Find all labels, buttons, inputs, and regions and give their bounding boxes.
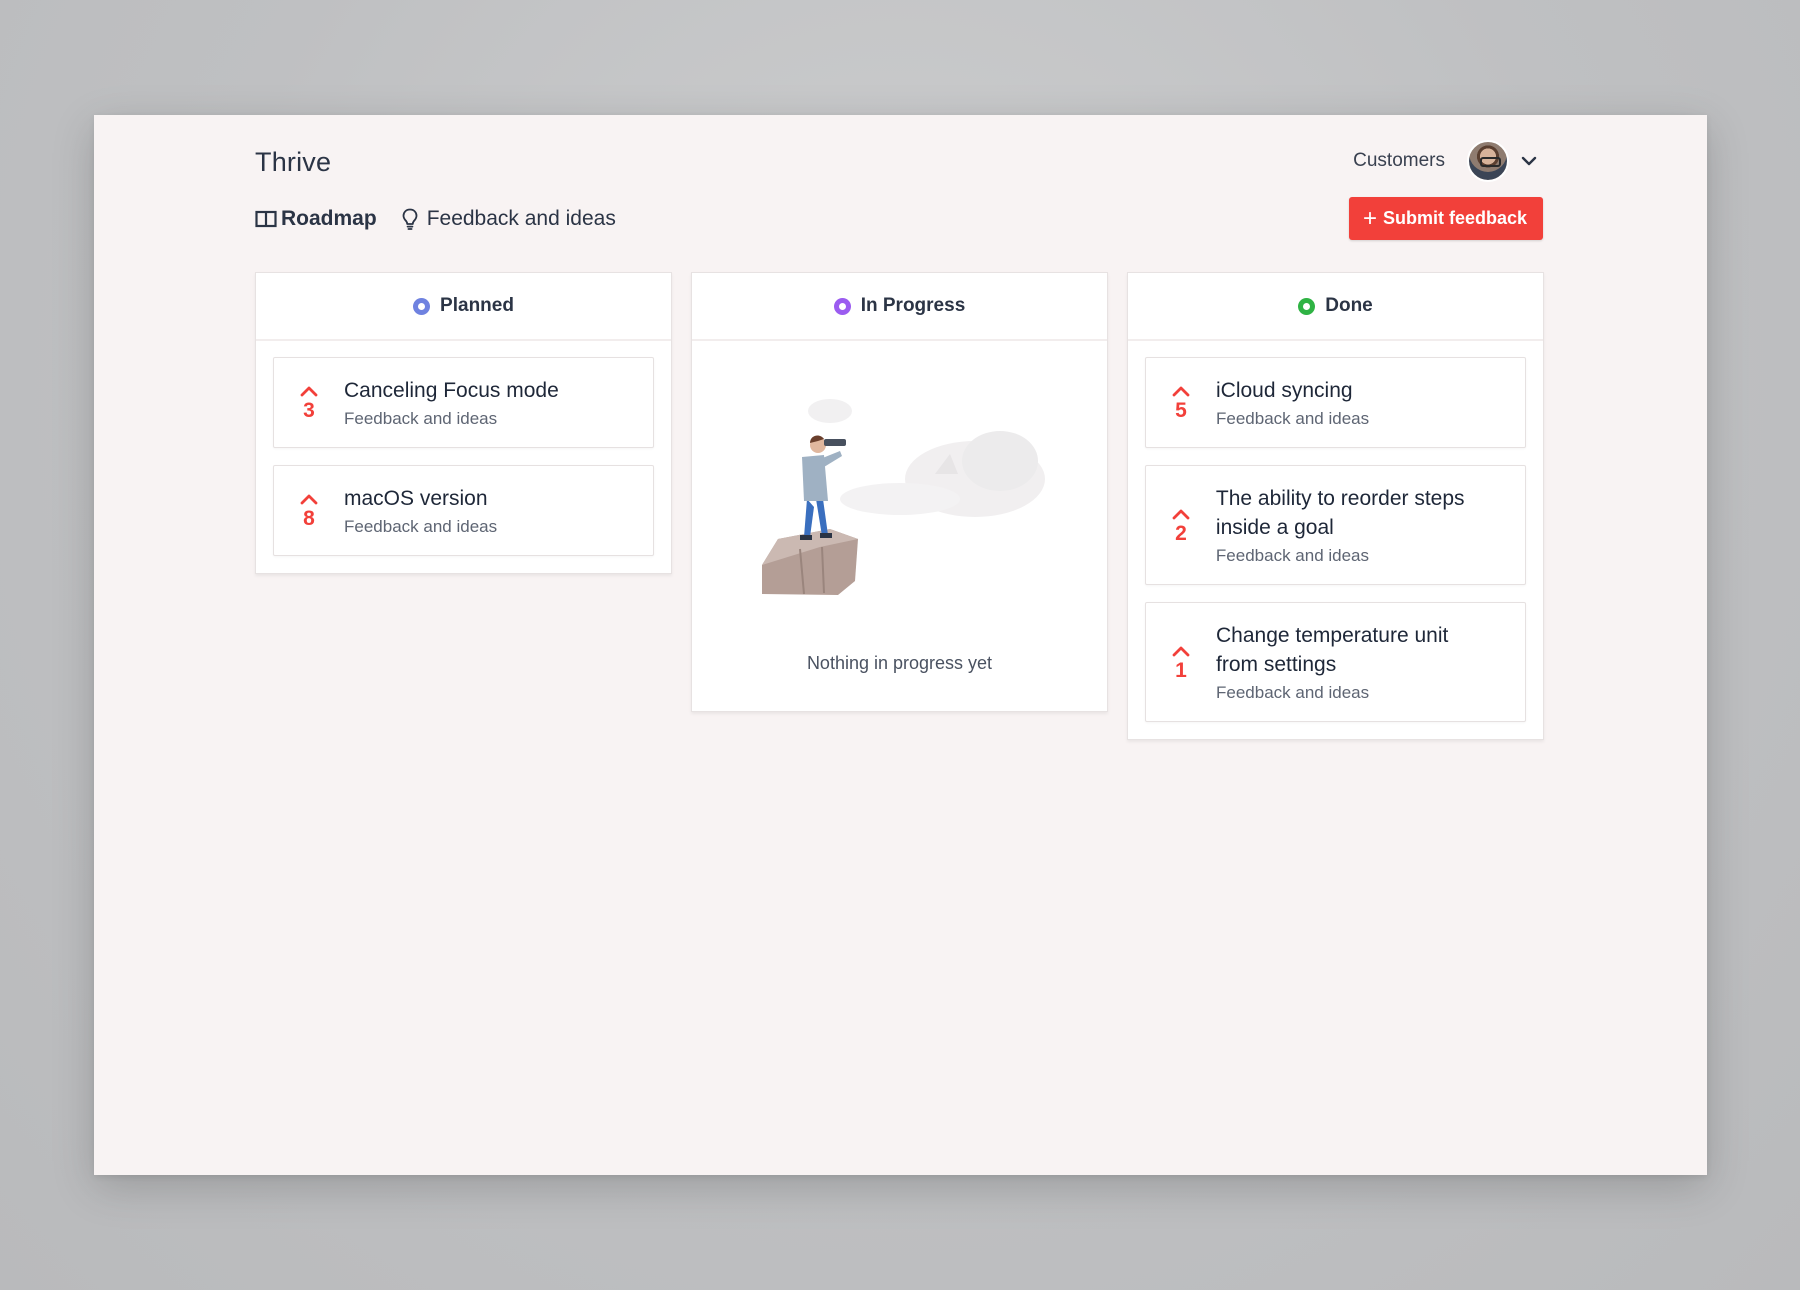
chevron-up-icon	[1172, 509, 1190, 519]
card-list: 5 iCloud syncing Feedback and ideas 2 Th…	[1128, 341, 1543, 739]
chevron-up-icon	[300, 386, 318, 397]
column-in-progress: In Progress Nothing in progress yet	[691, 272, 1108, 712]
column-title: In Progress	[860, 295, 966, 316]
card-body: The ability to reorder steps inside a go…	[1216, 484, 1505, 566]
card-title: iCloud syncing	[1216, 379, 1353, 402]
empty-state: Nothing in progress yet	[692, 341, 1107, 711]
card-list: 3 Canceling Focus mode Feedback and idea…	[256, 341, 671, 573]
chevron-up-icon	[1172, 646, 1190, 656]
chevron-up-icon	[300, 494, 318, 505]
chevron-up-icon	[1172, 386, 1190, 397]
card-body: Change temperature unit from settings Fe…	[1216, 621, 1476, 703]
column-header-planned: Planned	[256, 273, 671, 341]
card-title: macOS version	[344, 487, 488, 510]
submit-feedback-label: Submit feedback	[1382, 208, 1527, 228]
done-status-dot-icon	[1298, 297, 1316, 315]
column-title: Planned	[440, 295, 514, 316]
customers-link[interactable]: Customers	[1353, 150, 1445, 172]
card-category: Feedback and ideas	[1216, 683, 1370, 702]
upvote-button[interactable]: 2	[1166, 507, 1196, 544]
upvote-button[interactable]: 8	[294, 492, 324, 529]
app-window: Thrive Customers Roadmap Feedback and id…	[94, 115, 1707, 1175]
card-category: Feedback and ideas	[344, 409, 498, 428]
vote-count: 3	[303, 399, 315, 422]
card-body: Canceling Focus mode Feedback and ideas	[344, 376, 559, 429]
user-avatar[interactable]	[1467, 140, 1509, 182]
card-category: Feedback and ideas	[344, 517, 498, 536]
app-title: Thrive	[255, 147, 332, 177]
upvote-button[interactable]: 3	[294, 384, 324, 421]
upvote-button[interactable]: 1	[1166, 644, 1196, 681]
board-icon	[255, 210, 277, 228]
column-header-in-progress: In Progress	[692, 273, 1107, 341]
lightbulb-icon	[402, 208, 418, 230]
card-title: The ability to reorder steps inside a go…	[1215, 487, 1465, 539]
roadmap-card[interactable]: 1 Change temperature unit from settings …	[1145, 602, 1526, 722]
roadmap-card[interactable]: 5 iCloud syncing Feedback and ideas	[1145, 357, 1526, 448]
column-planned: Planned 3 Canceling Focus mode Feedback …	[255, 272, 672, 574]
account-area: Customers	[1353, 140, 1539, 182]
nav-roadmap-label: Roadmap	[281, 207, 377, 230]
nav-feedback[interactable]: Feedback and ideas	[399, 207, 616, 231]
card-title: Canceling Focus mode	[344, 379, 559, 402]
nav-feedback-label: Feedback and ideas	[426, 207, 616, 230]
card-body: iCloud syncing Feedback and ideas	[1216, 376, 1369, 429]
roadmap-card[interactable]: 2 The ability to reorder steps inside a …	[1145, 465, 1526, 585]
card-title: Change temperature unit from settings	[1216, 624, 1449, 676]
column-title: Done	[1325, 295, 1373, 316]
empty-state-text: Nothing in progress yet	[806, 653, 993, 673]
roadmap-card[interactable]: 8 macOS version Feedback and ideas	[273, 465, 654, 556]
main-nav: Roadmap Feedback and ideas	[255, 207, 616, 231]
card-body: macOS version Feedback and ideas	[344, 484, 497, 537]
nav-roadmap[interactable]: Roadmap	[255, 207, 377, 231]
in-progress-status-dot-icon	[833, 297, 851, 315]
planned-status-dot-icon	[413, 297, 431, 315]
vote-count: 8	[303, 507, 315, 530]
roadmap-card[interactable]: 3 Canceling Focus mode Feedback and idea…	[273, 357, 654, 448]
card-category: Feedback and ideas	[1216, 409, 1370, 428]
column-header-done: Done	[1128, 273, 1543, 341]
chevron-down-icon[interactable]	[1519, 151, 1539, 171]
explorer-illustration	[762, 399, 1045, 595]
vote-count: 5	[1175, 399, 1187, 422]
submit-feedback-button[interactable]: + Submit feedback	[1348, 197, 1543, 240]
upvote-button[interactable]: 5	[1166, 384, 1196, 421]
vote-count: 2	[1175, 521, 1187, 545]
card-category: Feedback and ideas	[1215, 546, 1370, 565]
column-done: Done 5 iCloud syncing Feedback and ideas…	[1127, 272, 1544, 740]
plus-icon: +	[1362, 204, 1377, 232]
vote-count: 1	[1175, 658, 1187, 682]
